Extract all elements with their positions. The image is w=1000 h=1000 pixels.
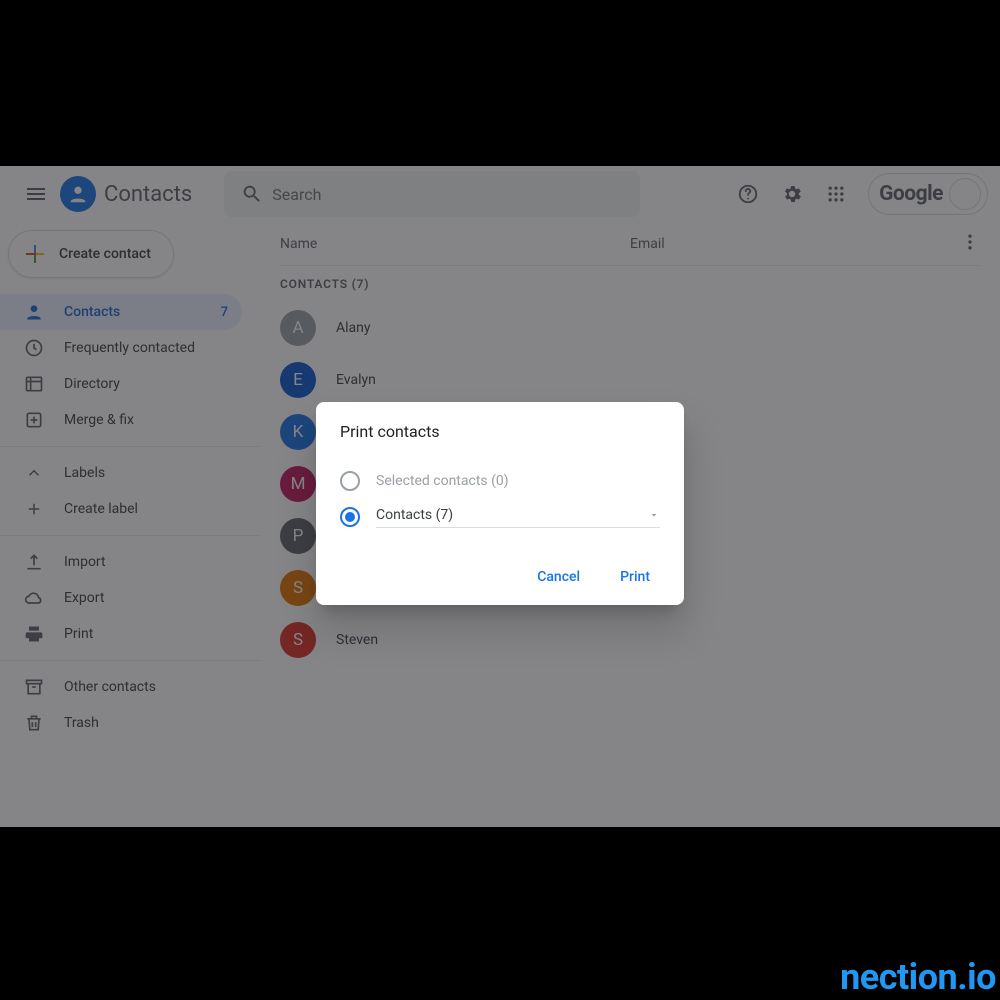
print-dialog: Print contacts Selected contacts (0) Con… bbox=[316, 402, 684, 605]
cancel-button[interactable]: Cancel bbox=[527, 561, 590, 593]
app-viewport: Contacts Google bbox=[0, 166, 1000, 827]
radio-checked-icon bbox=[340, 507, 360, 527]
watermark: nection.io bbox=[840, 956, 996, 998]
dropdown-icon bbox=[648, 509, 660, 521]
radio-label: Contacts (7) bbox=[376, 507, 453, 523]
dialog-title: Print contacts bbox=[340, 422, 660, 441]
radio-icon bbox=[340, 471, 360, 491]
radio-label: Selected contacts (0) bbox=[376, 473, 509, 489]
radio-all-contacts[interactable]: Contacts (7) bbox=[340, 499, 660, 535]
modal-overlay[interactable]: Print contacts Selected contacts (0) Con… bbox=[0, 166, 1000, 827]
contacts-select[interactable]: Contacts (7) bbox=[376, 507, 660, 528]
radio-selected-contacts: Selected contacts (0) bbox=[340, 463, 660, 499]
dialog-actions: Cancel Print bbox=[340, 561, 660, 593]
print-button[interactable]: Print bbox=[610, 561, 660, 593]
